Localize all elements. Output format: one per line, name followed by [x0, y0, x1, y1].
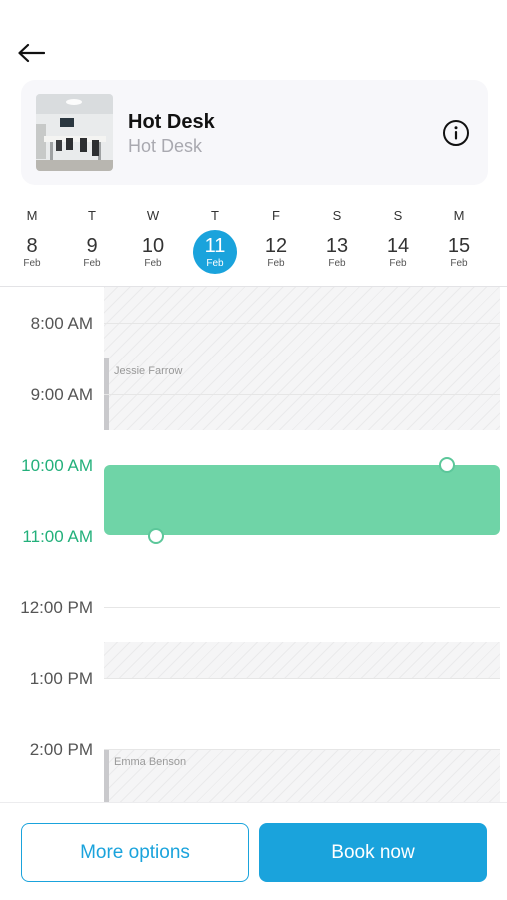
- booking-name: Jessie Farrow: [114, 365, 183, 377]
- day-of-week: W: [146, 208, 160, 223]
- day-of-week: M: [453, 208, 465, 223]
- day-item[interactable]: M 8 Feb: [7, 205, 57, 279]
- day-item[interactable]: F 12 Feb: [251, 205, 301, 279]
- hour-gridline: [104, 323, 500, 324]
- resource-card: Hot Desk Hot Desk: [21, 80, 488, 185]
- resource-thumbnail: [36, 94, 113, 171]
- unavailable-block: [104, 642, 500, 678]
- day-month: Feb: [267, 258, 285, 269]
- day-month: Feb: [206, 258, 224, 269]
- day-item[interactable]: M 15 Feb: [434, 205, 484, 279]
- day-item[interactable]: S 13 Feb: [312, 205, 362, 279]
- info-button[interactable]: [442, 119, 470, 147]
- day-item[interactable]: T 9 Feb: [67, 205, 117, 279]
- day-item[interactable]: W 10 Feb: [128, 205, 178, 279]
- booking-name: Emma Benson: [114, 756, 187, 768]
- day-item[interactable]: S 14 Feb: [373, 205, 423, 279]
- day-of-week: M: [26, 208, 38, 223]
- back-button[interactable]: [14, 38, 48, 68]
- day-item-selected[interactable]: T 11 Feb: [190, 205, 240, 279]
- day-number: 13: [325, 235, 349, 257]
- day-timeline[interactable]: Jessie Farrow Emma Benson 8:00 AM 9:00 A…: [0, 287, 507, 802]
- day-month: Feb: [83, 258, 101, 269]
- more-options-button[interactable]: More options: [21, 823, 249, 882]
- day-month: Feb: [144, 258, 162, 269]
- hour-label: 12:00 PM: [20, 598, 93, 617]
- day-month: Feb: [328, 258, 346, 269]
- day-month: Feb: [23, 258, 41, 269]
- book-now-button[interactable]: Book now: [259, 823, 487, 882]
- info-circle-icon: [443, 120, 469, 146]
- day-of-week: T: [88, 208, 96, 223]
- day-of-week: S: [332, 208, 342, 223]
- hour-label-selected-start: 10:00 AM: [21, 456, 93, 475]
- day-number: 14: [386, 235, 410, 257]
- hour-gridline: [104, 749, 500, 750]
- existing-booking: Emma Benson: [104, 749, 500, 802]
- day-of-week: T: [211, 208, 219, 223]
- arrow-left-icon: [18, 43, 45, 63]
- day-number: 12: [264, 235, 288, 257]
- hour-gridline: [104, 678, 500, 679]
- day-of-week: F: [272, 208, 280, 223]
- hour-label: 2:00 PM: [29, 740, 93, 759]
- hour-label: 1:00 PM: [29, 669, 93, 688]
- selection-end-handle[interactable]: [148, 528, 164, 544]
- day-month: Feb: [389, 258, 407, 269]
- selection-start-handle[interactable]: [439, 457, 455, 473]
- day-number: 9: [86, 235, 98, 257]
- day-number: 15: [447, 235, 471, 257]
- hour-label: 8:00 AM: [30, 314, 93, 333]
- day-month: Feb: [450, 258, 468, 269]
- resource-title: Hot Desk: [128, 111, 215, 133]
- week-day-selector: M 8 Feb T 9 Feb W 10 Feb T 11 Feb F 12 F…: [0, 205, 507, 285]
- day-number: 8: [26, 235, 38, 257]
- hour-label: 9:00 AM: [30, 385, 93, 404]
- hour-gridline: [104, 607, 500, 608]
- action-footer: More options Book now: [0, 802, 507, 900]
- hour-label-selected-end: 11:00 AM: [22, 527, 93, 546]
- selected-time-range[interactable]: [104, 465, 500, 535]
- hour-gridline: [104, 394, 500, 395]
- day-number: 10: [141, 235, 165, 257]
- resource-subtitle: Hot Desk: [128, 136, 203, 156]
- day-number: 11: [204, 235, 226, 257]
- day-of-week: S: [393, 208, 403, 223]
